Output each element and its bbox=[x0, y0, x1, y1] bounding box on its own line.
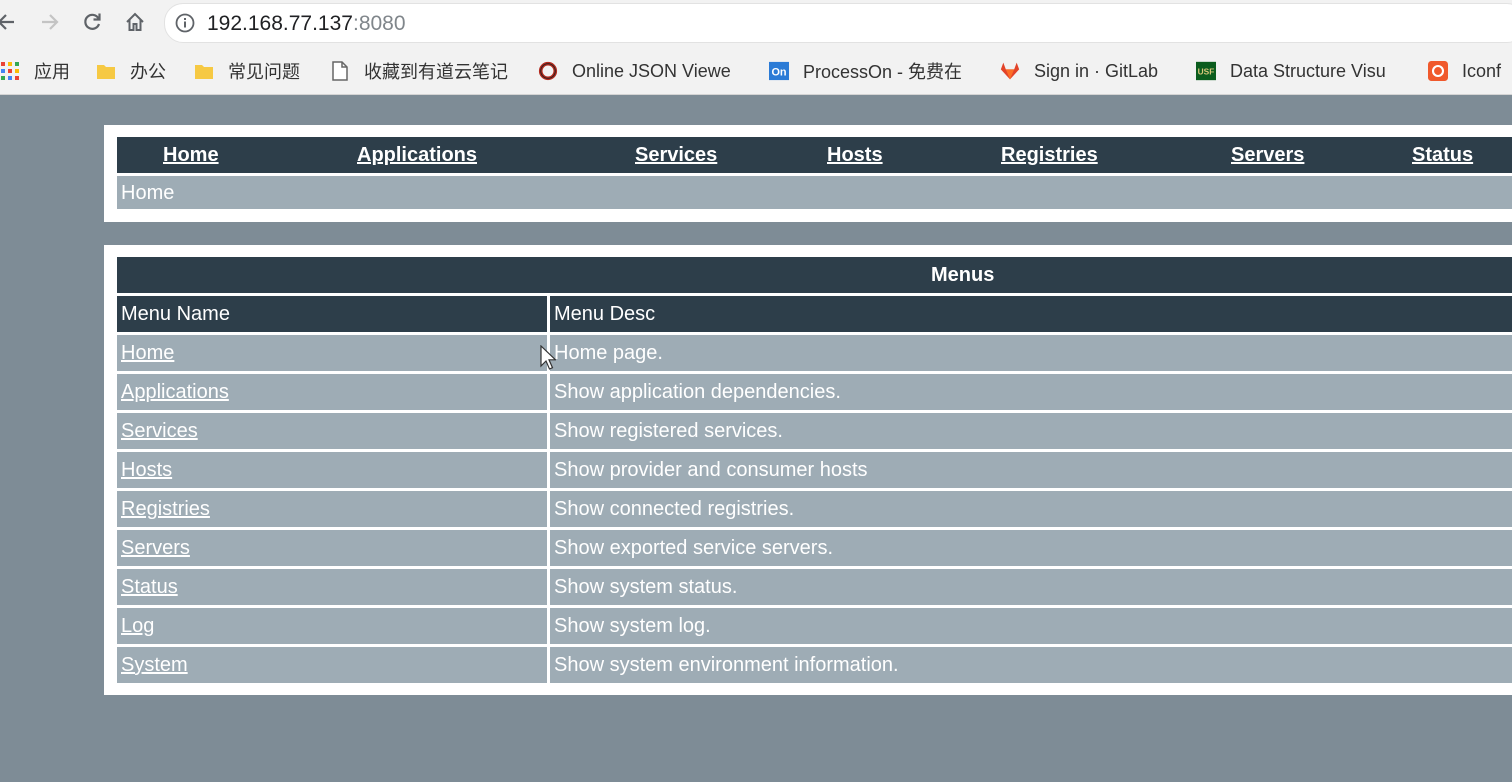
main-nav: Home Applications Services Hosts Registr… bbox=[117, 137, 1512, 173]
table-row-desc: Show system status. bbox=[550, 569, 1512, 605]
bookmark-data-structure[interactable]: USF Data Structure Visu bbox=[1196, 52, 1406, 90]
home-icon[interactable] bbox=[121, 8, 149, 36]
table-row-name: Hosts bbox=[117, 452, 547, 488]
bookmark-label: 常见问题 bbox=[228, 62, 300, 82]
bookmark-label: ProcessOn - 免费在 bbox=[803, 62, 963, 82]
nav-panel: Home Applications Services Hosts Registr… bbox=[104, 125, 1512, 222]
menu-link-servers[interactable]: Servers bbox=[121, 537, 190, 560]
folder-icon bbox=[194, 61, 214, 81]
column-header-label: Menu Desc bbox=[554, 303, 656, 325]
menu-desc-text: Show exported service servers. bbox=[554, 537, 834, 559]
menu-link-applications[interactable]: Applications bbox=[121, 381, 229, 404]
menus-panel: Menus Menu Name Menu Desc Home Home page… bbox=[104, 245, 1512, 695]
nav-servers-link[interactable]: Servers bbox=[1231, 144, 1304, 167]
bookmarks-bar: 应用 办公 常见问题 收藏到有道云笔记 Online JSON Viewe On… bbox=[0, 52, 1512, 92]
bookmark-label: Data Structure Visu bbox=[1230, 60, 1386, 81]
table-row-desc: Show exported service servers. bbox=[550, 530, 1512, 566]
svg-text:On: On bbox=[771, 67, 786, 79]
menu-desc-text: Show connected registries. bbox=[554, 498, 795, 520]
nav-home-link[interactable]: Home bbox=[163, 144, 219, 167]
reload-icon[interactable] bbox=[78, 8, 106, 36]
apps-grid-icon bbox=[0, 61, 20, 81]
menu-desc-text: Show system status. bbox=[554, 576, 738, 598]
menu-desc-text: Show system log. bbox=[554, 615, 711, 637]
nav-applications-link[interactable]: Applications bbox=[357, 144, 477, 167]
table-row-name: Services bbox=[117, 413, 547, 449]
menu-link-registries[interactable]: Registries bbox=[121, 498, 210, 521]
usf-icon: USF bbox=[1196, 61, 1216, 81]
menu-link-services[interactable]: Services bbox=[121, 420, 198, 443]
nav-hosts-link[interactable]: Hosts bbox=[827, 144, 883, 167]
url-host: 192.168.77.137 bbox=[207, 12, 353, 35]
table-row-name: System bbox=[117, 647, 547, 683]
breadcrumb: Home bbox=[117, 176, 1512, 209]
table-row-desc: Show application dependencies. bbox=[550, 374, 1512, 410]
bookmark-youdao[interactable]: 收藏到有道云笔记 bbox=[330, 52, 508, 90]
bookmark-label: Sign in · GitLab bbox=[1034, 60, 1159, 81]
bookmark-apps[interactable]: 应用 bbox=[0, 52, 70, 90]
bookmark-gitlab[interactable]: Sign in · GitLab bbox=[1000, 52, 1158, 90]
browser-toolbar: 192.168.77.137:8080 bbox=[0, 0, 1512, 46]
bookmark-label: 办公 bbox=[130, 62, 166, 82]
table-row-name: Registries bbox=[117, 491, 547, 527]
menus-table-title: Menus bbox=[117, 257, 1512, 293]
forward-arrow-icon[interactable] bbox=[36, 8, 64, 36]
back-arrow-icon[interactable] bbox=[0, 8, 20, 36]
menu-link-log[interactable]: Log bbox=[121, 615, 154, 638]
table-row-name: Servers bbox=[117, 530, 547, 566]
bookmark-office-folder[interactable]: 办公 bbox=[96, 52, 166, 90]
table-row-name: Applications bbox=[117, 374, 547, 410]
bookmark-label: Online JSON Viewe bbox=[572, 60, 731, 81]
breadcrumb-current: Home bbox=[121, 182, 175, 204]
column-header-label: Menu Name bbox=[121, 303, 230, 325]
column-header-menu-desc: Menu Desc bbox=[550, 296, 1512, 332]
menu-desc-text: Show registered services. bbox=[554, 420, 783, 442]
menu-link-system[interactable]: System bbox=[121, 654, 188, 677]
address-bar[interactable]: 192.168.77.137:8080 bbox=[164, 3, 1512, 43]
bookmark-processon[interactable]: On ProcessOn - 免费在 bbox=[769, 52, 981, 90]
menu-link-hosts[interactable]: Hosts bbox=[121, 459, 172, 482]
nav-status-link[interactable]: Status bbox=[1412, 144, 1473, 167]
nav-registries-link[interactable]: Registries bbox=[1001, 144, 1098, 167]
table-row-desc: Show system environment information. bbox=[550, 647, 1512, 683]
menus-title-text: Menus bbox=[931, 264, 995, 286]
menu-link-status[interactable]: Status bbox=[121, 576, 178, 599]
menu-desc-text: Show system environment information. bbox=[554, 654, 899, 676]
bookmark-iconfont[interactable]: Iconf bbox=[1428, 52, 1512, 90]
folder-icon bbox=[96, 61, 116, 81]
ring-icon bbox=[538, 61, 558, 81]
table-row-desc: Show system log. bbox=[550, 608, 1512, 644]
svg-text:USF: USF bbox=[1198, 66, 1215, 76]
menu-desc-text: Show application dependencies. bbox=[554, 381, 841, 403]
gitlab-icon bbox=[1000, 61, 1020, 81]
table-row-name: Status bbox=[117, 569, 547, 605]
bookmark-label: 应用 bbox=[34, 62, 70, 82]
menu-link-home[interactable]: Home bbox=[121, 342, 174, 365]
browser-chrome: 192.168.77.137:8080 应用 办公 常见问题 收藏到有道云笔记 … bbox=[0, 0, 1512, 95]
nav-services-link[interactable]: Services bbox=[635, 144, 717, 167]
table-row-desc: Show provider and consumer hosts bbox=[550, 452, 1512, 488]
table-row-name: Home bbox=[117, 335, 547, 371]
bookmark-label: Iconf bbox=[1462, 60, 1502, 81]
column-header-menu-name: Menu Name bbox=[117, 296, 547, 332]
bookmark-label: 收藏到有道云笔记 bbox=[364, 62, 508, 82]
url-text: 192.168.77.137:8080 bbox=[207, 12, 406, 36]
table-row-name: Log bbox=[117, 608, 547, 644]
table-row-desc: Show registered services. bbox=[550, 413, 1512, 449]
table-row-desc: Home page. bbox=[550, 335, 1512, 371]
processon-icon: On bbox=[769, 61, 789, 81]
info-icon[interactable] bbox=[175, 13, 195, 33]
url-port: :8080 bbox=[352, 12, 406, 35]
bookmark-json-viewer[interactable]: Online JSON Viewe bbox=[538, 52, 756, 90]
bookmark-faq-folder[interactable]: 常见问题 bbox=[194, 52, 300, 90]
mouse-cursor-icon bbox=[540, 344, 558, 371]
menu-desc-text: Home page. bbox=[554, 342, 663, 364]
page-icon bbox=[330, 61, 350, 81]
table-row-desc: Show connected registries. bbox=[550, 491, 1512, 527]
iconfont-icon bbox=[1428, 61, 1448, 81]
menu-desc-text: Show provider and consumer hosts bbox=[554, 459, 868, 481]
